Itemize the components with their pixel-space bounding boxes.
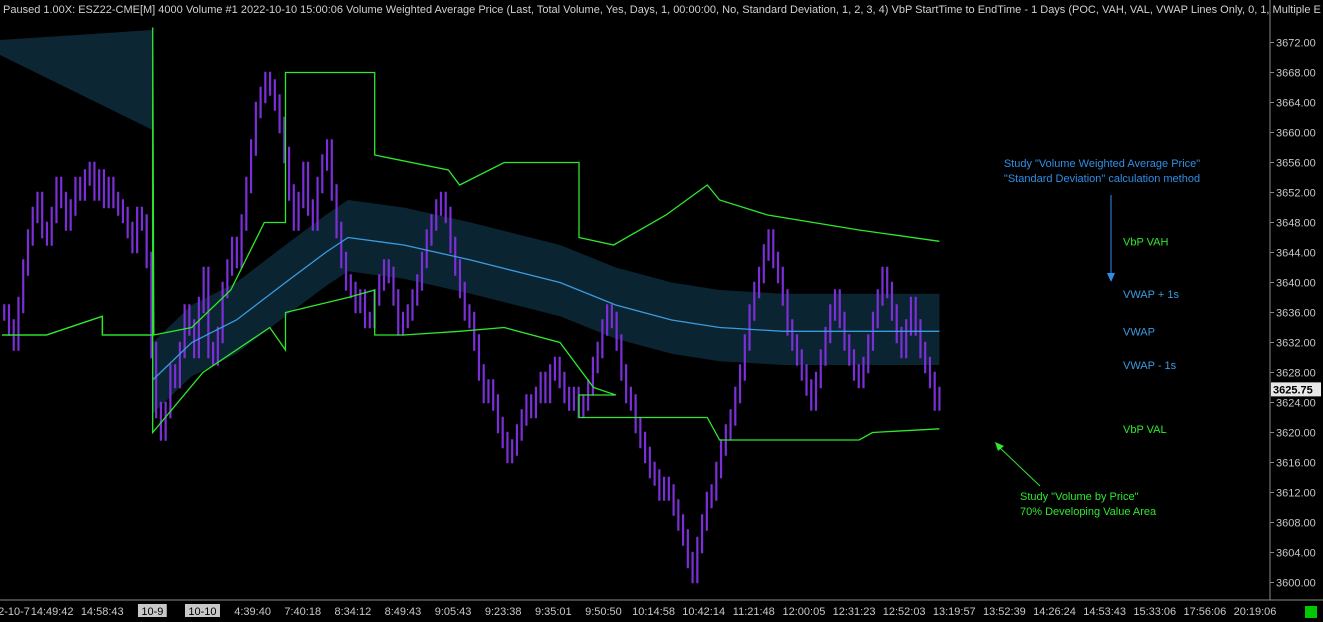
annotation-arrowhead <box>995 442 1004 451</box>
y-tick-label: 3628.00 <box>1276 368 1316 380</box>
x-tick-label: 14:53:43 <box>1083 606 1126 618</box>
line-label: VbP VAL <box>1123 424 1167 436</box>
x-tick-label: 7:40:18 <box>284 606 321 618</box>
x-tick-label: 13:52:39 <box>983 606 1026 618</box>
x-tick-label: 12:31:23 <box>833 606 876 618</box>
prior-day-band <box>0 30 153 130</box>
line-label: VWAP - 1s <box>1123 360 1177 372</box>
x-tick-label: 12:00:05 <box>783 606 826 618</box>
x-tick-label: 12:52:03 <box>883 606 926 618</box>
x-tick-label: 20:19:06 <box>1234 606 1277 618</box>
connection-status-indicator[interactable] <box>1305 606 1317 618</box>
line-label: VWAP <box>1123 326 1155 338</box>
x-tick-label: 11:21:48 <box>733 606 775 618</box>
x-tick-label: 9:50:50 <box>585 606 622 618</box>
y-tick-label: 3616.00 <box>1276 458 1316 470</box>
y-tick-label: 3632.00 <box>1276 338 1316 350</box>
y-tick-label: 3652.00 <box>1276 188 1316 200</box>
x-tick-label: 9:35:01 <box>535 606 572 618</box>
x-tick-label: 4:39:40 <box>234 606 271 618</box>
price-chart[interactable]: 3672.00 3668.00 3664.00 3660.00 3656.00 3652.… <box>0 0 1323 622</box>
x-tick-label: 2-10-7 <box>0 606 30 618</box>
y-tick-label: 3672.00 <box>1276 38 1316 50</box>
y-tick-label: 3656.00 <box>1276 158 1316 170</box>
x-tick-label: 8:49:43 <box>385 606 422 618</box>
x-tick-label: 17:56:06 <box>1183 606 1226 618</box>
x-tick-label: 14:26:24 <box>1033 606 1076 618</box>
y-tick-label: 3640.00 <box>1276 278 1316 290</box>
x-tick-label: 10:42:14 <box>682 606 725 618</box>
x-tick-label: 14:49:42 <box>31 606 74 618</box>
y-tick-label: 3636.00 <box>1276 308 1316 320</box>
annotation-text: Study "Volume Weighted Average Price" <box>1004 158 1200 170</box>
y-tick-label: 3660.00 <box>1276 128 1316 140</box>
line-label: VbP VAH <box>1123 236 1169 248</box>
x-tick-label: 9:23:38 <box>485 606 522 618</box>
annotations-layer: Study "Volume Weighted Average Price" "St… <box>995 158 1200 518</box>
x-tick-label: 14:58:43 <box>81 606 124 618</box>
line-label: VWAP + 1s <box>1123 289 1179 301</box>
y-axis: 3672.00 3668.00 3664.00 3660.00 3656.00 3652.… <box>1269 0 1321 600</box>
x-tick-label: 9:05:43 <box>435 606 472 618</box>
y-tick-label: 3604.00 <box>1276 548 1316 560</box>
x-tick-label: 13:19:57 <box>933 606 976 618</box>
current-price-label: 3625.75 <box>1273 384 1313 396</box>
y-tick-label: 3644.00 <box>1276 248 1316 260</box>
x-axis: 2-10-7 14:49:42 14:58:43 10-9 10-10 4:39:40 7:… <box>0 599 1323 618</box>
x-tick-label: 8:34:12 <box>334 606 371 618</box>
y-tick-label: 3664.00 <box>1276 98 1316 110</box>
annotation-text: 70% Developing Value Area <box>1020 506 1157 518</box>
x-tick-label: 10-10 <box>188 606 216 618</box>
x-tick-label: 10:14:58 <box>632 606 675 618</box>
x-tick-label: 15:33:06 <box>1133 606 1176 618</box>
annotation-arrowhead <box>1107 273 1115 282</box>
line-labels-layer: VbP VAH VWAP + 1s VWAP VWAP - 1s VbP VAL <box>1123 236 1179 436</box>
y-tick-label: 3620.00 <box>1276 428 1316 440</box>
annotation-text: Study "Volume by Price" <box>1020 491 1139 503</box>
annotation-arrow <box>997 445 1041 487</box>
y-tick-label: 3668.00 <box>1276 68 1316 80</box>
y-tick-label: 3624.00 <box>1276 398 1316 410</box>
x-tick-label: 10-9 <box>141 606 163 618</box>
y-tick-label: 3612.00 <box>1276 488 1316 500</box>
y-tick-label: 3648.00 <box>1276 218 1316 230</box>
y-tick-label: 3600.00 <box>1276 578 1316 590</box>
annotation-text: "Standard Deviation" calculation method <box>1004 173 1200 185</box>
y-tick-label: 3608.00 <box>1276 518 1316 530</box>
